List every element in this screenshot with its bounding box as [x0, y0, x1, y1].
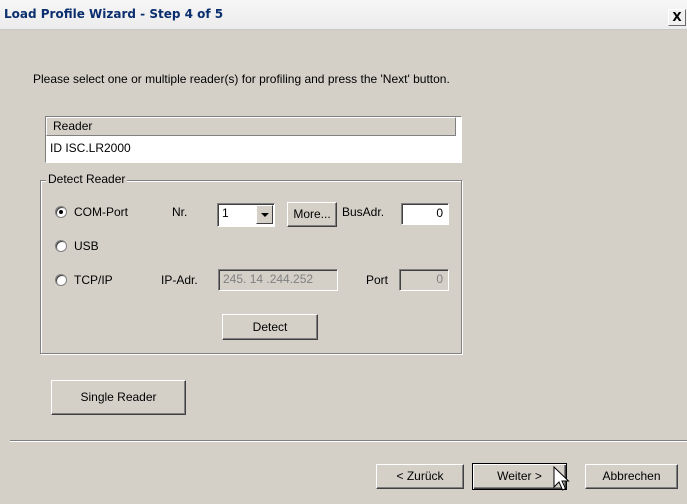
list-item[interactable]: ID ISC.LR2000 — [48, 139, 458, 157]
single-reader-button[interactable]: Single Reader — [51, 380, 186, 415]
wizard-dialog: Load Profile Wizard - Step 4 of 5 X Plea… — [0, 0, 687, 504]
reader-column-header[interactable]: Reader — [46, 117, 456, 136]
nr-label: Nr. — [172, 205, 188, 219]
detect-button[interactable]: Detect — [222, 314, 318, 340]
tcpip-label[interactable]: TCP/IP — [74, 273, 113, 287]
footer-divider — [10, 440, 687, 442]
nr-value: 1 — [222, 206, 229, 220]
busadr-label: BusAdr. — [342, 205, 385, 219]
instruction-text: Please select one or multiple reader(s) … — [33, 72, 450, 86]
tcpip-radio[interactable] — [55, 274, 67, 286]
back-button[interactable]: < Zurück — [376, 464, 464, 489]
ipadr-label: IP-Adr. — [161, 273, 198, 287]
com-port-radio[interactable] — [55, 206, 67, 218]
mouse-pointer-icon — [553, 466, 570, 491]
more-button[interactable]: More... — [287, 202, 337, 227]
port-input[interactable]: 0 — [399, 269, 449, 291]
close-button[interactable]: X — [668, 9, 686, 26]
busadr-input[interactable]: 0 — [401, 203, 449, 225]
ipadr-input[interactable]: 245. 14 .244.252 — [218, 269, 338, 291]
cancel-button[interactable]: Abbrechen — [585, 464, 678, 489]
usb-radio[interactable] — [55, 240, 67, 252]
usb-label[interactable]: USB — [74, 239, 99, 253]
reader-list[interactable]: Reader ID ISC.LR2000 — [45, 116, 462, 163]
port-label: Port — [366, 273, 389, 287]
com-port-label[interactable]: COM-Port — [74, 205, 128, 219]
nr-select[interactable]: 1 — [217, 203, 275, 227]
chevron-down-icon[interactable] — [256, 205, 273, 224]
title-bar[interactable]: Load Profile Wizard - Step 4 of 5 X — [0, 0, 687, 30]
window-title: Load Profile Wizard - Step 4 of 5 — [4, 7, 224, 21]
detect-reader-legend: Detect Reader — [46, 172, 128, 186]
